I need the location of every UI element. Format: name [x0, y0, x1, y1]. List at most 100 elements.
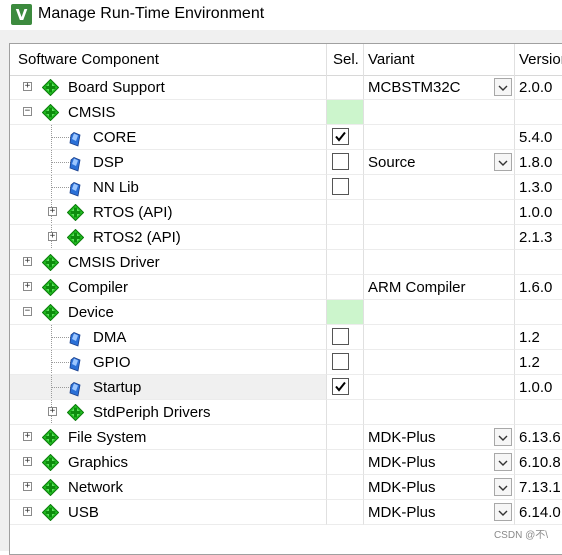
- tree-line: [51, 337, 71, 338]
- expand-icon[interactable]: +: [48, 207, 57, 216]
- component-name-cell[interactable]: + Compiler: [10, 275, 327, 300]
- chevron-down-icon[interactable]: [494, 78, 512, 96]
- version-cell: [515, 400, 562, 425]
- component-name-cell[interactable]: + USB: [10, 500, 327, 525]
- component-name-cell[interactable]: + Network: [10, 475, 327, 500]
- component-name-cell[interactable]: + File System: [10, 425, 327, 450]
- component-name-cell[interactable]: + RTOS2 (API): [10, 225, 327, 250]
- header-version[interactable]: Version: [515, 44, 562, 75]
- chevron-down-icon[interactable]: [494, 153, 512, 171]
- sel-cell[interactable]: [327, 175, 364, 200]
- chevron-down-icon[interactable]: [494, 453, 512, 471]
- checkbox-unchecked[interactable]: [332, 178, 349, 195]
- checkbox-unchecked[interactable]: [332, 353, 349, 370]
- component-row-cmsis[interactable]: − CMSIS: [10, 100, 562, 125]
- expand-icon[interactable]: +: [23, 82, 32, 91]
- variant-cell[interactable]: MDK-Plus: [364, 500, 515, 525]
- expand-icon[interactable]: +: [23, 482, 32, 491]
- variant-cell[interactable]: MDK-Plus: [364, 450, 515, 475]
- version-cell: 1.0.0: [515, 200, 562, 225]
- sel-cell[interactable]: [327, 150, 364, 175]
- component-name-cell[interactable]: − CMSIS: [10, 100, 327, 125]
- sel-cell: [327, 450, 364, 475]
- component-label: File System: [68, 429, 147, 446]
- component-label: StdPeriph Drivers: [93, 404, 211, 421]
- variant-value: ARM Compiler: [368, 279, 466, 296]
- component-name-cell[interactable]: + Board Support: [10, 75, 327, 100]
- header-variant[interactable]: Variant: [364, 44, 515, 75]
- sel-cell[interactable]: [327, 350, 364, 375]
- component-row-file-system[interactable]: + File System MDK-Plus 6.13.6: [10, 425, 562, 450]
- chevron-down-icon[interactable]: [494, 478, 512, 496]
- version-cell: 1.8.0: [515, 150, 562, 175]
- component-row-nn-lib[interactable]: NN Lib 1.3.0: [10, 175, 562, 200]
- expand-icon[interactable]: +: [23, 282, 32, 291]
- version-cell: 2.1.3: [515, 225, 562, 250]
- component-class-icon: [41, 78, 60, 97]
- expand-icon[interactable]: +: [23, 257, 32, 266]
- variant-cell[interactable]: MDK-Plus: [364, 425, 515, 450]
- header-sel[interactable]: Sel.: [327, 44, 364, 75]
- component-row-compiler[interactable]: + Compiler ARM Compiler 1.6.0: [10, 275, 562, 300]
- component-row-usb[interactable]: + USB MDK-Plus 6.14.0: [10, 500, 562, 525]
- check-icon: [335, 381, 346, 392]
- version-cell: 6.13.6: [515, 425, 562, 450]
- version-cell: 1.2: [515, 325, 562, 350]
- component-name-cell[interactable]: Startup: [10, 375, 327, 400]
- component-row-startup[interactable]: Startup 1.0.0: [10, 375, 562, 400]
- expand-icon[interactable]: +: [23, 457, 32, 466]
- sel-cell: [327, 225, 364, 250]
- collapse-icon[interactable]: −: [23, 107, 32, 116]
- expand-icon[interactable]: +: [48, 232, 57, 241]
- component-name-cell[interactable]: DMA: [10, 325, 327, 350]
- component-row-cmsis-driver[interactable]: + CMSIS Driver: [10, 250, 562, 275]
- component-row-dsp[interactable]: DSP Source 1.8.0: [10, 150, 562, 175]
- collapse-icon[interactable]: −: [23, 307, 32, 316]
- component-name-cell[interactable]: + RTOS (API): [10, 200, 327, 225]
- component-name-cell[interactable]: + CMSIS Driver: [10, 250, 327, 275]
- component-row-core[interactable]: CORE 5.4.0: [10, 125, 562, 150]
- sel-cell[interactable]: [327, 375, 364, 400]
- variant-value: Source: [368, 154, 416, 171]
- component-name-cell[interactable]: + Graphics: [10, 450, 327, 475]
- version-cell: [515, 300, 562, 325]
- variant-cell[interactable]: MCBSTM32C: [364, 75, 515, 100]
- checkbox-unchecked[interactable]: [332, 153, 349, 170]
- sel-cell[interactable]: [327, 325, 364, 350]
- component-name-cell[interactable]: DSP: [10, 150, 327, 175]
- variant-cell[interactable]: Source: [364, 150, 515, 175]
- checkbox-checked[interactable]: [332, 378, 349, 395]
- variant-value: MDK-Plus: [368, 429, 436, 446]
- component-label: GPIO: [93, 354, 131, 371]
- checkbox-checked[interactable]: [332, 128, 349, 145]
- variant-cell: [364, 175, 515, 200]
- component-gem-icon: [69, 180, 81, 197]
- component-name-cell[interactable]: NN Lib: [10, 175, 327, 200]
- component-row-graphics[interactable]: + Graphics MDK-Plus 6.10.8: [10, 450, 562, 475]
- checkbox-unchecked[interactable]: [332, 328, 349, 345]
- expand-icon[interactable]: +: [48, 407, 57, 416]
- component-name-cell[interactable]: + StdPeriph Drivers: [10, 400, 327, 425]
- component-row-rtos-api[interactable]: + RTOS (API) 1.0.0: [10, 200, 562, 225]
- chevron-down-icon[interactable]: [494, 503, 512, 521]
- component-row-board-support[interactable]: + Board Support MCBSTM32C 2.0.0: [10, 75, 562, 100]
- component-row-rtos2-api[interactable]: + RTOS2 (API) 2.1.3: [10, 225, 562, 250]
- variant-cell: [364, 350, 515, 375]
- version-cell: 1.3.0: [515, 175, 562, 200]
- chevron-down-icon[interactable]: [494, 428, 512, 446]
- component-row-gpio[interactable]: GPIO 1.2: [10, 350, 562, 375]
- header-software-component[interactable]: Software Component: [10, 44, 327, 75]
- expand-icon[interactable]: +: [23, 432, 32, 441]
- component-row-stdperiph-drivers[interactable]: + StdPeriph Drivers: [10, 400, 562, 425]
- expand-icon[interactable]: +: [23, 507, 32, 516]
- variant-cell[interactable]: MDK-Plus: [364, 475, 515, 500]
- component-name-cell[interactable]: − Device: [10, 300, 327, 325]
- version-cell: 1.0.0: [515, 375, 562, 400]
- sel-cell[interactable]: [327, 125, 364, 150]
- component-label: CORE: [93, 129, 137, 146]
- component-row-dma[interactable]: DMA 1.2: [10, 325, 562, 350]
- component-row-device[interactable]: − Device: [10, 300, 562, 325]
- component-name-cell[interactable]: GPIO: [10, 350, 327, 375]
- component-row-network[interactable]: + Network MDK-Plus 7.13.1: [10, 475, 562, 500]
- component-name-cell[interactable]: CORE: [10, 125, 327, 150]
